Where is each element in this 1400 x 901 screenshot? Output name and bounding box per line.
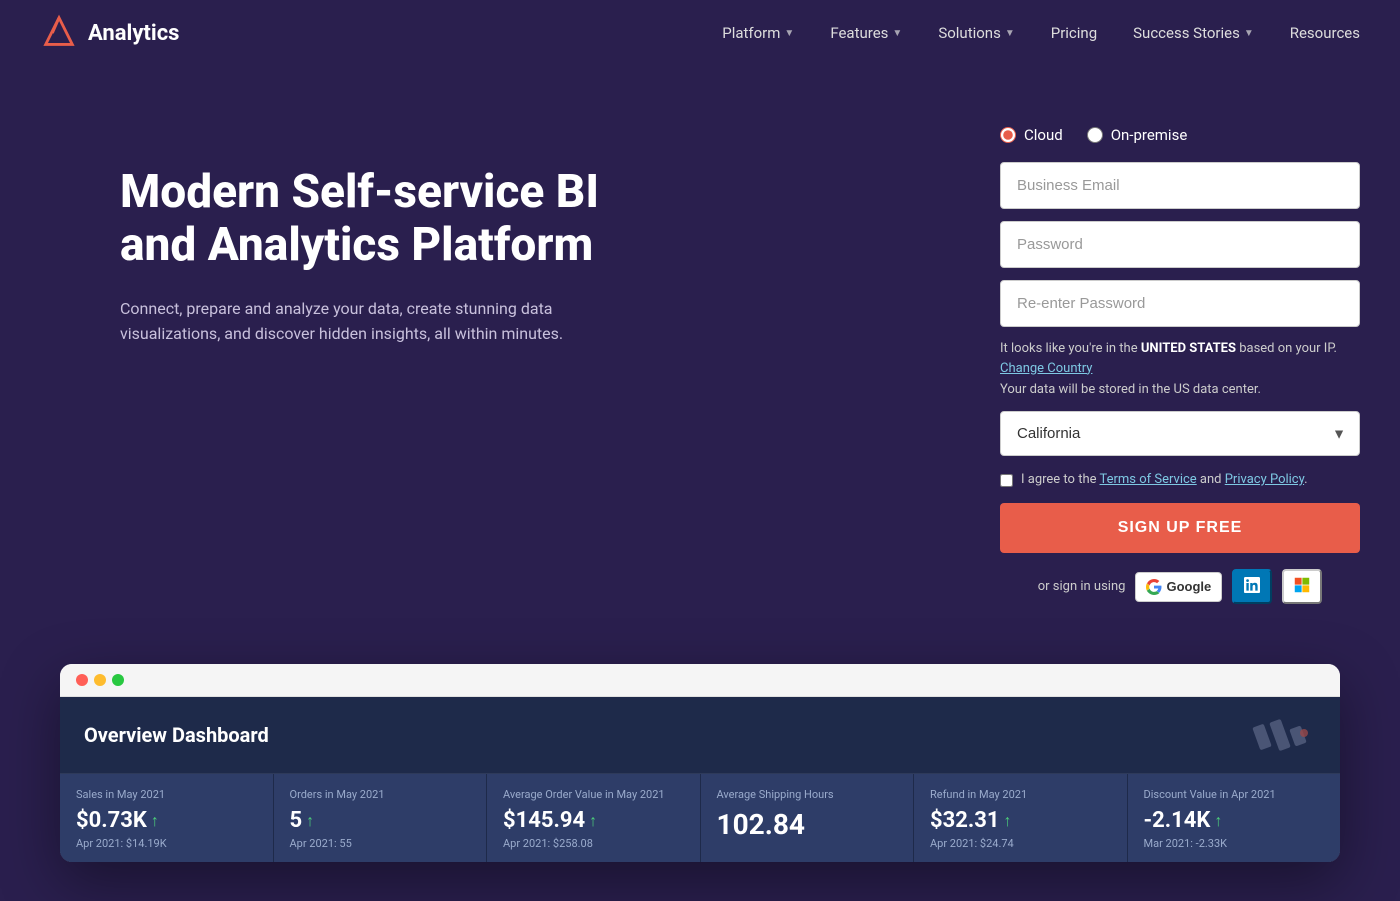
metric-refund-sub: Apr 2021: $24.74	[930, 837, 1111, 850]
hero-left: Modern Self-service BI and Analytics Pla…	[120, 126, 940, 347]
signup-button[interactable]: SIGN UP FREE	[1000, 503, 1360, 553]
email-field[interactable]	[1000, 162, 1360, 209]
nav-links: Platform ▼ Features ▼ Solutions ▼ Pricin…	[722, 24, 1360, 42]
logo-text: Analytics	[88, 21, 179, 46]
metric-refund: Refund in May 2021 $32.31 ↑ Apr 2021: $2…	[914, 774, 1128, 862]
terms-link[interactable]: Terms of Service	[1099, 472, 1196, 487]
onpremise-option[interactable]: On-premise	[1087, 126, 1188, 144]
metric-orders: Orders in May 2021 5 ↑ Apr 2021: 55	[274, 774, 488, 862]
metric-discount: Discount Value in Apr 2021 -2.14K ↑ Mar …	[1128, 774, 1341, 862]
password-field[interactable]	[1000, 221, 1360, 268]
state-selector[interactable]: California New York Texas Florida Illino…	[1000, 411, 1360, 456]
terms-checkbox[interactable]	[1000, 474, 1013, 487]
deployment-options: Cloud On-premise	[1000, 126, 1360, 144]
cloud-option[interactable]: Cloud	[1000, 126, 1063, 144]
arrow-up-icon: ↑	[1004, 811, 1012, 831]
dashboard-inner: Overview Dashboard Sales in May 2021 $0.…	[60, 697, 1340, 862]
location-note: It looks like you're in the UNITED STATE…	[1000, 339, 1360, 378]
linkedin-signin-button[interactable]	[1232, 569, 1272, 604]
dashboard-logo-icon	[1196, 715, 1316, 755]
arrow-up-icon: ↑	[1214, 811, 1222, 831]
metrics-row: Sales in May 2021 $0.73K ↑ Apr 2021: $14…	[60, 774, 1340, 862]
hero-subtitle: Connect, prepare and analyze your data, …	[120, 296, 620, 347]
metric-avg-order-label: Average Order Value in May 2021	[503, 788, 684, 802]
chevron-down-icon: ▼	[1244, 28, 1254, 39]
google-signin-button[interactable]: Google	[1135, 572, 1222, 602]
hero-section: Modern Self-service BI and Analytics Pla…	[0, 66, 1400, 644]
hero-title: Modern Self-service BI and Analytics Pla…	[120, 166, 660, 272]
browser-minimize-dot	[94, 674, 106, 686]
metric-shipping: Average Shipping Hours 102.84	[701, 774, 915, 862]
dashboard-title: Overview Dashboard	[84, 723, 269, 747]
arrow-up-icon: ↑	[151, 811, 159, 831]
cloud-radio[interactable]	[1000, 127, 1016, 143]
arrow-up-icon: ↑	[306, 811, 314, 831]
metric-discount-label: Discount Value in Apr 2021	[1144, 788, 1325, 802]
nav-resources[interactable]: Resources	[1290, 24, 1360, 42]
metric-discount-value: -2.14K ↑	[1144, 808, 1325, 833]
metric-refund-value: $32.31 ↑	[930, 808, 1111, 833]
microsoft-signin-button[interactable]	[1282, 569, 1322, 604]
navigation: Analytics Platform ▼ Features ▼ Solution…	[0, 0, 1400, 66]
social-signin-row: or sign in using Google	[1000, 569, 1360, 604]
change-country-link[interactable]: Change Country	[1000, 361, 1092, 376]
metric-refund-label: Refund in May 2021	[930, 788, 1111, 802]
metric-sales: Sales in May 2021 $0.73K ↑ Apr 2021: $14…	[60, 774, 274, 862]
metric-orders-value: 5 ↑	[290, 808, 471, 833]
chevron-down-icon: ▼	[1005, 28, 1015, 39]
metric-avg-order-sub: Apr 2021: $258.08	[503, 837, 684, 850]
dashboard-preview: Overview Dashboard Sales in May 2021 $0.…	[60, 664, 1340, 862]
logo[interactable]: Analytics	[40, 14, 179, 52]
metric-avg-order-value: $145.94 ↑	[503, 808, 684, 833]
terms-row: I agree to the Terms of Service and Priv…	[1000, 472, 1360, 487]
privacy-link[interactable]: Privacy Policy	[1225, 472, 1304, 487]
arrow-up-icon: ↑	[589, 811, 597, 831]
nav-platform[interactable]: Platform ▼	[722, 24, 794, 42]
metric-orders-label: Orders in May 2021	[290, 788, 471, 802]
browser-bar	[60, 664, 1340, 697]
browser-close-dot	[76, 674, 88, 686]
metric-shipping-value: 102.84	[717, 808, 898, 841]
microsoft-icon	[1294, 577, 1310, 593]
dashboard-header: Overview Dashboard	[60, 697, 1340, 774]
google-icon	[1146, 579, 1162, 595]
metric-avg-order: Average Order Value in May 2021 $145.94 …	[487, 774, 701, 862]
metric-sales-sub: Apr 2021: $14.19K	[76, 837, 257, 850]
linkedin-icon	[1244, 577, 1260, 593]
chevron-down-icon: ▼	[784, 28, 794, 39]
state-select[interactable]: California New York Texas Florida Illino…	[1000, 411, 1360, 456]
metric-shipping-label: Average Shipping Hours	[717, 788, 898, 802]
nav-features[interactable]: Features ▼	[830, 24, 902, 42]
chevron-down-icon: ▼	[892, 28, 902, 39]
metric-sales-label: Sales in May 2021	[76, 788, 257, 802]
nav-solutions[interactable]: Solutions ▼	[938, 24, 1014, 42]
metric-orders-sub: Apr 2021: 55	[290, 837, 471, 850]
signup-card: Cloud On-premise It looks like you're in…	[1000, 126, 1360, 604]
nav-pricing[interactable]: Pricing	[1051, 24, 1097, 42]
metric-sales-value: $0.73K ↑	[76, 808, 257, 833]
nav-success-stories[interactable]: Success Stories ▼	[1133, 24, 1254, 42]
reenter-password-field[interactable]	[1000, 280, 1360, 327]
metric-discount-sub: Mar 2021: -2.33K	[1144, 837, 1325, 850]
onpremise-radio[interactable]	[1087, 127, 1103, 143]
datacenter-note: Your data will be stored in the US data …	[1000, 382, 1360, 397]
browser-maximize-dot	[112, 674, 124, 686]
